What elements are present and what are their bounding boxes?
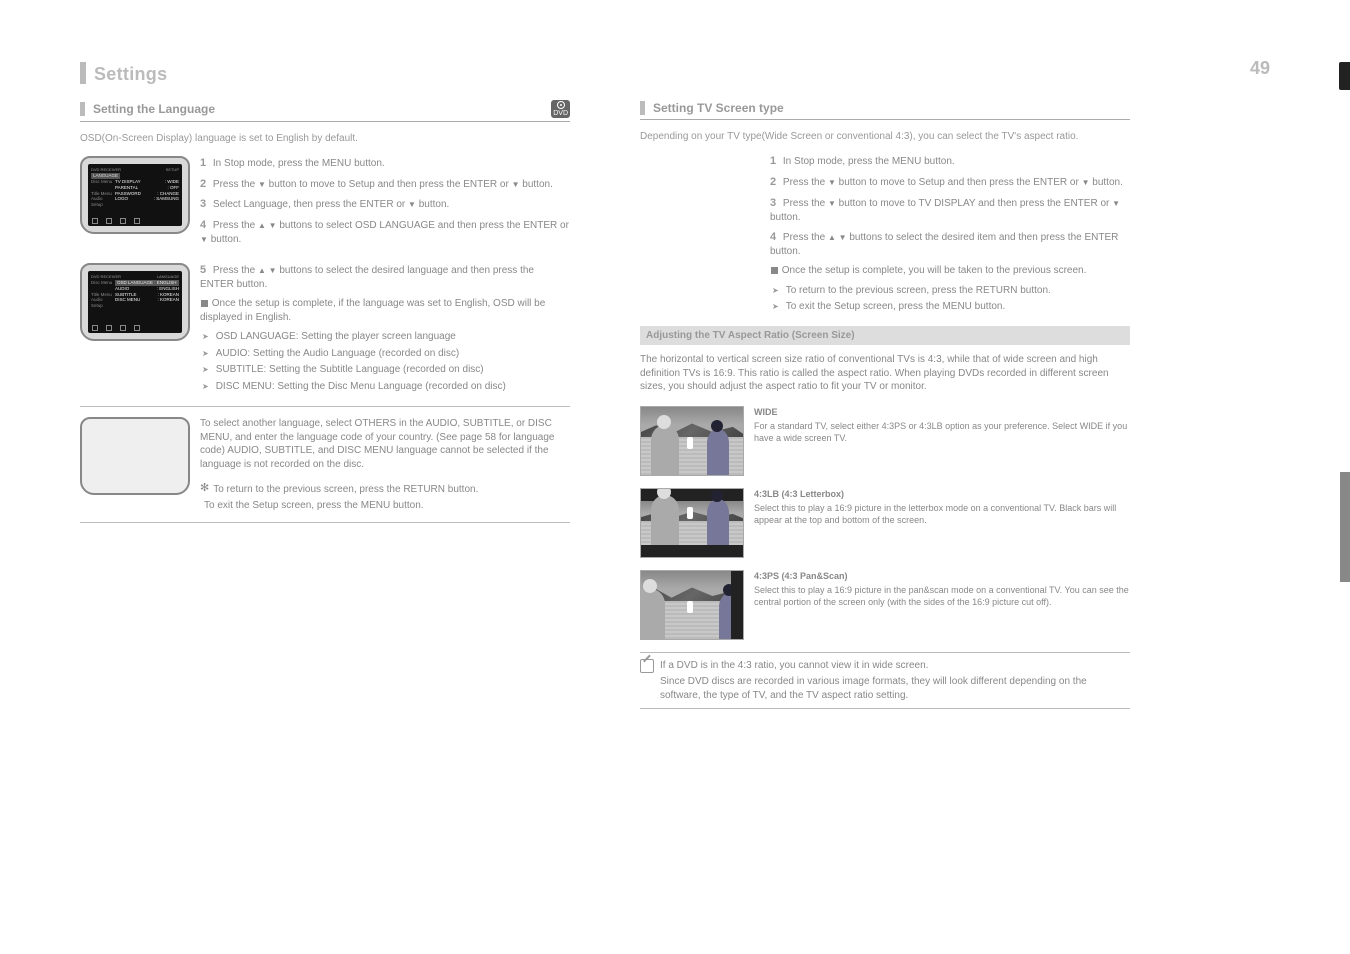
step-num: 5 bbox=[200, 264, 206, 276]
step-text: button. bbox=[1089, 177, 1122, 188]
tv1-header-left: DVD RECEIVER bbox=[91, 167, 121, 172]
down-arrow-icon bbox=[1112, 198, 1120, 209]
subheading: Adjusting the TV Aspect Ratio (Screen Si… bbox=[640, 326, 1130, 346]
blank-tv-icon bbox=[80, 417, 190, 495]
bullet-icon bbox=[202, 330, 212, 344]
stop-icon bbox=[201, 300, 208, 307]
step-text: Press the bbox=[213, 265, 258, 276]
bullet-text: SUBTITLE: Setting the Subtitle Language … bbox=[216, 363, 484, 377]
sub-intro: The horizontal to vertical screen size r… bbox=[640, 353, 1130, 394]
step-num: 2 bbox=[200, 178, 206, 190]
aspect-wide-image bbox=[640, 406, 744, 476]
step-text: buttons to select OSD LANGUAGE and then … bbox=[277, 220, 569, 231]
section-marker bbox=[640, 101, 645, 115]
step-text: Press the bbox=[783, 198, 828, 209]
page-corner-tab bbox=[1339, 62, 1350, 90]
note-line: Since DVD discs are recorded in various … bbox=[660, 675, 1130, 702]
aspect-body: For a standard TV, select either 4:3PS o… bbox=[754, 420, 1130, 444]
right-column: Setting TV Screen type Depending on your… bbox=[640, 100, 1130, 709]
bullet-icon bbox=[772, 300, 782, 314]
asterisk-text: To exit the Setup screen, press the MENU… bbox=[204, 499, 424, 513]
down-arrow-icon bbox=[408, 199, 416, 210]
step-text: Once the setup is complete, you will be … bbox=[782, 265, 1087, 276]
step-text: button. bbox=[208, 234, 241, 245]
step-text: Once the setup is complete, if the langu… bbox=[200, 298, 545, 323]
step-num: 1 bbox=[200, 157, 206, 169]
down-arrow-icon bbox=[200, 234, 208, 245]
step-text: button to move to Setup and then press t… bbox=[836, 177, 1082, 188]
aspect-body: Select this to play a 16:9 picture in th… bbox=[754, 502, 1130, 526]
down-arrow-icon bbox=[828, 198, 836, 209]
step-text: button. bbox=[770, 212, 801, 223]
aspect-panscan-image bbox=[640, 570, 744, 640]
down-arrow-icon bbox=[839, 232, 847, 243]
step-text: button to move to TV DISPLAY and then pr… bbox=[836, 198, 1112, 209]
step-text: button. bbox=[519, 179, 552, 190]
step-num: 1 bbox=[770, 155, 776, 167]
down-arrow-icon bbox=[269, 220, 277, 231]
section-marker bbox=[80, 102, 85, 116]
step-num: 4 bbox=[770, 231, 776, 243]
chapter-marker bbox=[80, 62, 86, 84]
tv-screenshot-1: DVD RECEIVER SETUP LANGUAGE Disc MenuTV … bbox=[80, 156, 190, 234]
aspect-heading: 4:3PS (4:3 Pan&Scan) bbox=[754, 570, 1130, 582]
tv1-header-right: SETUP bbox=[166, 167, 179, 172]
step-text: Select Language, then press the ENTER or bbox=[213, 199, 408, 210]
aspect-heading: 4:3LB (4:3 Letterbox) bbox=[754, 488, 1130, 500]
bullet-text: To exit the Setup screen, press the MENU… bbox=[786, 300, 1006, 314]
side-tab: SETTINGS bbox=[1340, 472, 1350, 582]
section-title-right: Setting TV Screen type bbox=[653, 100, 1130, 116]
intro-right: Depending on your TV type(Wide Screen or… bbox=[640, 130, 1130, 144]
step-text: Press the bbox=[783, 177, 828, 188]
bullet-text: To return to the previous screen, press … bbox=[786, 284, 1051, 298]
dvd-badge-label: DVD bbox=[553, 110, 568, 117]
note-line: If a DVD is in the 4:3 ratio, you cannot… bbox=[660, 659, 1130, 673]
up-arrow-icon bbox=[258, 220, 266, 231]
note-icon bbox=[640, 659, 654, 673]
bullet-icon bbox=[202, 347, 212, 361]
step-num: 2 bbox=[770, 176, 776, 188]
section-title-left: Setting the Language bbox=[93, 101, 543, 117]
step-num: 4 bbox=[200, 219, 206, 231]
stop-icon bbox=[771, 267, 778, 274]
step-text: Press the bbox=[783, 232, 828, 243]
step-text: In Stop mode, press the MENU button. bbox=[213, 158, 385, 169]
step-text: Press the bbox=[213, 179, 258, 190]
asterisk-text: To return to the previous screen, press … bbox=[213, 483, 478, 497]
down-arrow-icon bbox=[269, 265, 277, 276]
step-num: 3 bbox=[770, 197, 776, 209]
bullet-icon bbox=[202, 380, 212, 394]
page-number: 49 bbox=[1250, 56, 1270, 80]
step-text: button. bbox=[416, 199, 449, 210]
tv-screenshot-2: DVD RECEIVER LANGUAGE Disc MenuOSD LANGU… bbox=[80, 263, 190, 341]
step-text: In Stop mode, press the MENU button. bbox=[783, 156, 955, 167]
bullet-text: DISC MENU: Setting the Disc Menu Languag… bbox=[216, 380, 506, 394]
tv2-header-right: LANGUAGE bbox=[157, 274, 179, 279]
down-arrow-icon bbox=[258, 179, 266, 190]
bullet-text: OSD LANGUAGE: Setting the player screen … bbox=[216, 330, 456, 344]
note-text: To select another language, select OTHER… bbox=[200, 417, 570, 471]
aspect-heading: WIDE bbox=[754, 406, 1130, 418]
down-arrow-icon bbox=[828, 177, 836, 188]
up-arrow-icon bbox=[258, 265, 266, 276]
intro-left: OSD(On-Screen Display) language is set t… bbox=[80, 132, 570, 146]
bullet-text: AUDIO: Setting the Audio Language (recor… bbox=[216, 347, 459, 361]
step-text: button to move to Setup and then press t… bbox=[266, 179, 512, 190]
bullet-icon bbox=[772, 284, 782, 298]
up-arrow-icon bbox=[828, 232, 836, 243]
aspect-body: Select this to play a 16:9 picture in th… bbox=[754, 584, 1130, 608]
tv2-header-left: DVD RECEIVER bbox=[91, 274, 121, 279]
chapter-title: Settings bbox=[94, 62, 167, 86]
bullet-icon bbox=[202, 363, 212, 377]
step-text: Press the bbox=[213, 220, 258, 231]
chapter-header: Settings bbox=[80, 62, 1270, 86]
aspect-letterbox-image bbox=[640, 488, 744, 558]
asterisk-icon: ✻ bbox=[200, 483, 209, 497]
dvd-badge-icon: DVD bbox=[551, 100, 570, 118]
left-column: Setting the Language DVD OSD(On-Screen D… bbox=[80, 100, 570, 709]
step-num: 3 bbox=[200, 198, 206, 210]
